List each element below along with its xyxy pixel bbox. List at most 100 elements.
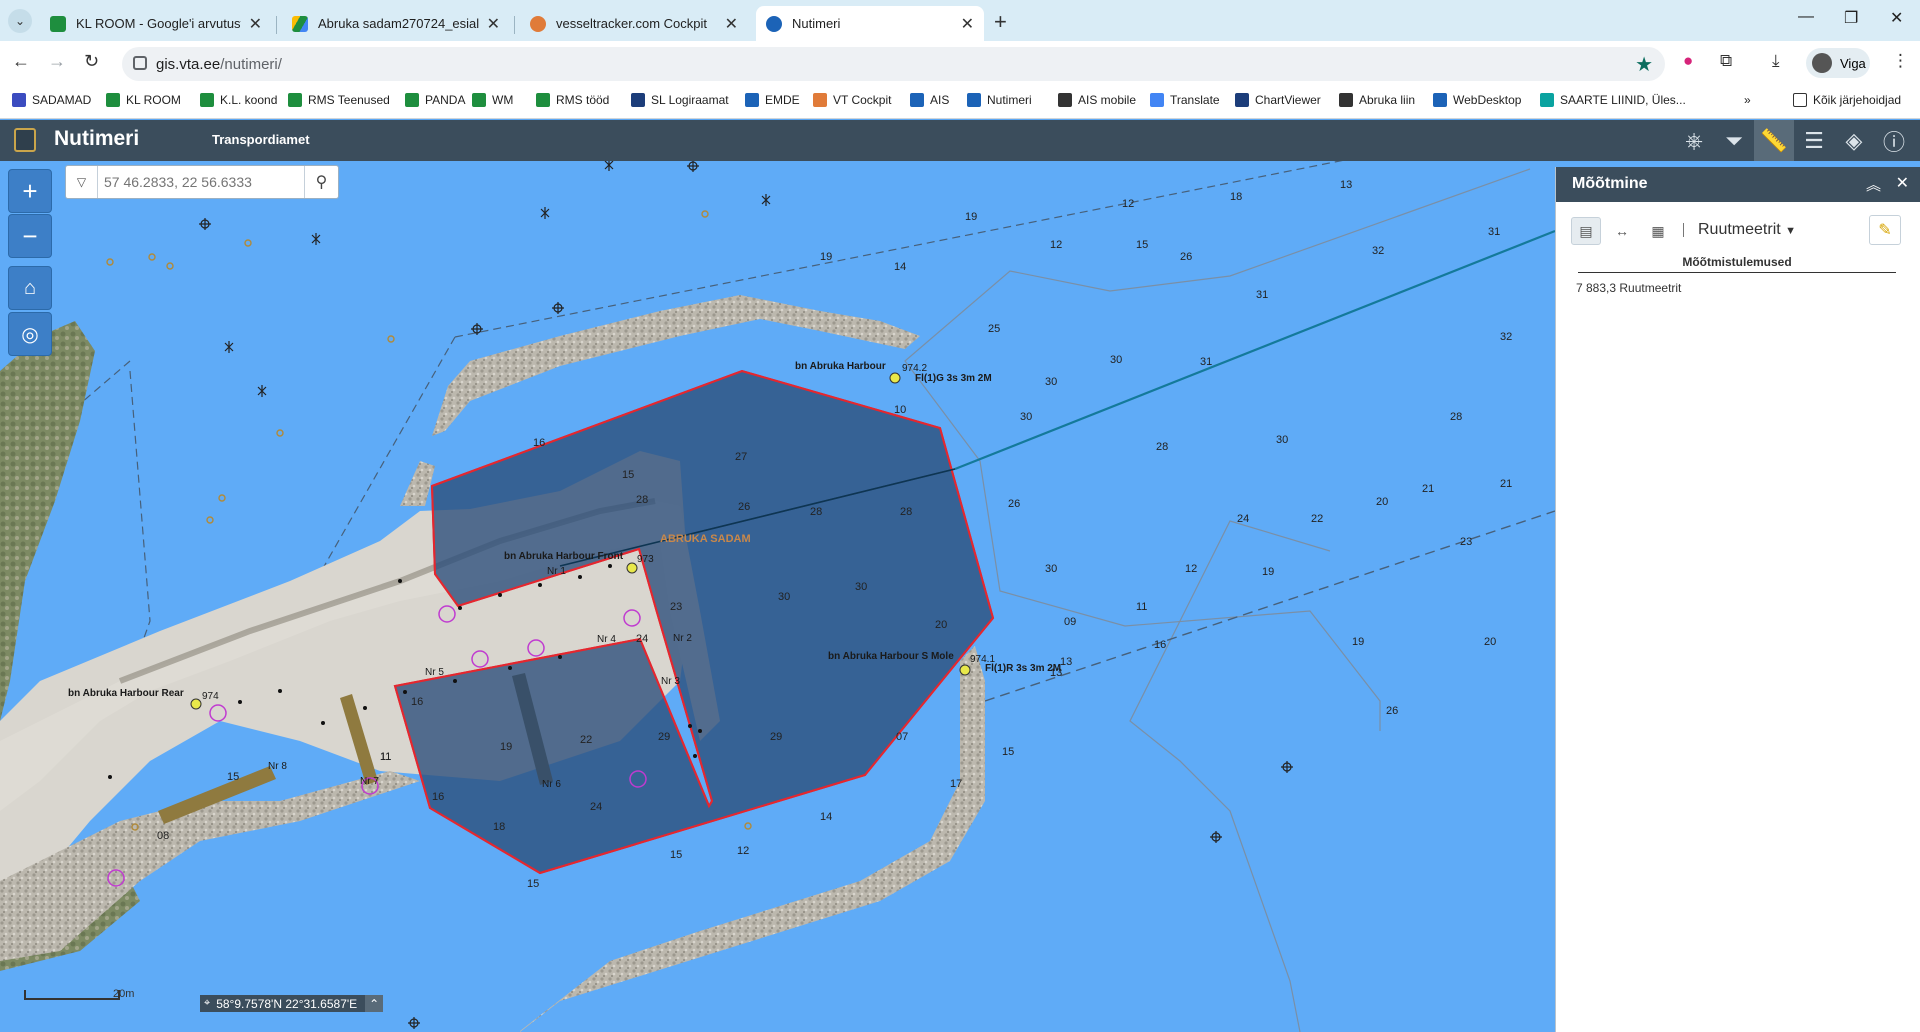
depth-sounding: 11 bbox=[1136, 601, 1148, 613]
tab-vesseltracker[interactable]: vesseltracker.com Cockpit ✕ bbox=[520, 6, 748, 41]
depth-sounding: 26 bbox=[738, 501, 751, 513]
bookmark-item[interactable]: VT Cockpit bbox=[813, 93, 891, 107]
bookmark-star-icon[interactable]: ★ bbox=[1635, 52, 1653, 77]
panel-header: Mõõtmine ︽ ✕ bbox=[1556, 167, 1920, 202]
location-measure-icon[interactable]: ▦ bbox=[1643, 217, 1673, 245]
bookmark-item[interactable]: SL Logiraamat bbox=[631, 93, 729, 107]
close-icon[interactable]: ✕ bbox=[487, 14, 500, 34]
extensions-puzzle-icon[interactable]: ⧉ bbox=[1720, 51, 1732, 71]
bookmark-icon bbox=[405, 93, 419, 107]
bookmark-item[interactable]: AIS mobile bbox=[1058, 93, 1136, 107]
unit-select[interactable]: Ruutmeetrit ▼ bbox=[1698, 221, 1796, 239]
bookmark-item[interactable]: Abruka liin bbox=[1339, 93, 1415, 107]
layers-icon[interactable]: ◈ bbox=[1834, 120, 1874, 161]
back-arrow-icon[interactable]: ← bbox=[12, 51, 30, 72]
ruler-icon[interactable]: 📏 bbox=[1754, 120, 1794, 161]
close-icon[interactable]: ✕ bbox=[249, 14, 262, 34]
more-bookmarks-button[interactable]: » bbox=[1744, 93, 1751, 107]
zoom-out-button[interactable]: − bbox=[8, 214, 52, 258]
bookmark-item[interactable]: WM bbox=[472, 93, 513, 107]
depth-sounding: 30 bbox=[1045, 376, 1058, 388]
filter-icon[interactable]: ⏷ bbox=[1714, 120, 1754, 161]
label-abruka-sadam: ABRUKA SADAM bbox=[660, 533, 751, 545]
url-text[interactable]: gis.vta.ee/nutimeri/ bbox=[156, 56, 282, 73]
depth-sounding: 15 bbox=[670, 849, 683, 861]
list-icon[interactable]: ☰ bbox=[1794, 120, 1834, 161]
bookmark-item[interactable]: K.L. koond bbox=[200, 93, 277, 107]
new-tab-button[interactable]: + bbox=[994, 9, 1007, 35]
forward-arrow-icon[interactable]: → bbox=[48, 51, 66, 72]
tab-search-button[interactable]: ⌄ bbox=[8, 9, 32, 33]
all-bookmarks-button[interactable]: Kõik järjehoidjad bbox=[1793, 93, 1901, 107]
window-close-icon[interactable]: ✕ bbox=[1890, 8, 1903, 28]
bookmark-item[interactable]: SAARTE LIINID, Üles... bbox=[1540, 93, 1686, 107]
tab-kl-room[interactable]: KL ROOM - Google'i arvutustab ✕ bbox=[40, 6, 272, 41]
scale-label: 20m bbox=[113, 988, 135, 1000]
info-icon[interactable]: ⓘ bbox=[1874, 120, 1914, 161]
crosshair-icon[interactable]: ⌖ bbox=[204, 997, 210, 1010]
depth-sounding: 16 bbox=[533, 437, 546, 449]
home-icon[interactable]: ⌂ bbox=[8, 266, 52, 310]
depth-sounding: 18 bbox=[493, 821, 506, 833]
browser-menu-icon[interactable]: ⋮ bbox=[1892, 51, 1909, 71]
search-dropdown-icon[interactable]: ▽ bbox=[66, 166, 98, 198]
site-info-icon[interactable] bbox=[133, 56, 147, 70]
collapse-icon[interactable]: ︽ bbox=[1866, 174, 1881, 195]
label-bn-front: bn Abruka Harbour Front bbox=[504, 551, 624, 562]
folder-icon bbox=[1793, 93, 1807, 107]
depth-sounding: 30 bbox=[778, 591, 791, 603]
bookmark-item[interactable]: Translate bbox=[1150, 93, 1220, 107]
depth-sounding: 15 bbox=[1002, 746, 1015, 758]
bookmark-item[interactable]: RMS Teenused bbox=[288, 93, 390, 107]
depth-sounding: 11 bbox=[380, 751, 392, 763]
bookmark-icon bbox=[745, 93, 759, 107]
depth-sounding: 12 bbox=[1185, 563, 1198, 575]
extension-icon[interactable]: ● bbox=[1683, 51, 1693, 71]
depth-sounding: 32 bbox=[1372, 245, 1385, 257]
bookmark-item[interactable]: EMDE bbox=[745, 93, 800, 107]
bookmark-icon bbox=[1540, 93, 1554, 107]
address-bar[interactable]: gis.vta.ee/nutimeri/ ★ bbox=[122, 47, 1665, 81]
chevron-up-icon[interactable]: ⌃ bbox=[365, 995, 384, 1012]
restore-icon[interactable]: ❐ bbox=[1844, 8, 1858, 28]
depth-sounding: 30 bbox=[855, 581, 868, 593]
bookmark-item[interactable]: ChartViewer bbox=[1235, 93, 1321, 107]
bookmark-item[interactable]: AIS bbox=[910, 93, 949, 107]
locate-icon[interactable]: ◎ bbox=[8, 312, 52, 356]
depth-sounding: 20 bbox=[1484, 636, 1497, 648]
depth-sounding: 17 bbox=[950, 778, 963, 790]
depth-sounding: 16 bbox=[411, 696, 424, 708]
bookmark-item[interactable]: RMS tööd bbox=[536, 93, 609, 107]
download-icon[interactable]: ⤓ bbox=[1772, 51, 1780, 71]
tab-nutimeri[interactable]: Nutimeri ✕ bbox=[756, 6, 984, 41]
depth-sounding: 14 bbox=[894, 261, 907, 273]
bookmark-item[interactable]: Nutimeri bbox=[967, 93, 1032, 107]
ship-wheel-icon[interactable]: ⎈ bbox=[1674, 120, 1714, 161]
distance-measure-icon[interactable]: ↔ bbox=[1607, 217, 1637, 245]
zoom-in-button[interactable]: + bbox=[8, 169, 52, 213]
depth-sounding: 29 bbox=[770, 731, 783, 743]
bookmark-icon bbox=[200, 93, 214, 107]
minimize-icon[interactable]: — bbox=[1798, 8, 1814, 26]
search-icon[interactable]: ⚲ bbox=[304, 166, 338, 198]
close-icon[interactable]: ✕ bbox=[1896, 173, 1909, 193]
label-974: 974 bbox=[202, 691, 219, 702]
area-measure-icon[interactable]: ▤ bbox=[1571, 217, 1601, 245]
depth-sounding: 31 bbox=[1200, 356, 1213, 368]
reload-icon[interactable]: ↻ bbox=[84, 51, 99, 72]
close-icon[interactable]: ✕ bbox=[725, 14, 738, 34]
depth-sounding: 28 bbox=[636, 494, 649, 506]
bookmark-item[interactable]: WebDesktop bbox=[1433, 93, 1521, 107]
close-icon[interactable]: ✕ bbox=[961, 14, 974, 34]
search-input[interactable] bbox=[104, 172, 294, 192]
profile-button[interactable]: Viga bbox=[1806, 48, 1870, 78]
bookmark-item[interactable]: PANDA bbox=[405, 93, 465, 107]
depth-sounding: 26 bbox=[1008, 498, 1021, 510]
bookmark-item[interactable]: SADAMAD bbox=[12, 93, 91, 107]
depth-sounding: 15 bbox=[527, 878, 540, 890]
edit-pencil-icon[interactable]: ✎ bbox=[1869, 215, 1901, 245]
depth-sounding: 10 bbox=[894, 404, 907, 416]
address-bar-row: ← → ↻ gis.vta.ee/nutimeri/ ★ ● ⧉ ⤓ Viga … bbox=[0, 41, 1920, 85]
bookmark-item[interactable]: KL ROOM bbox=[106, 93, 181, 107]
tab-abruka-sadam[interactable]: Abruka sadam270724_esialgne... ✕ bbox=[282, 6, 510, 41]
